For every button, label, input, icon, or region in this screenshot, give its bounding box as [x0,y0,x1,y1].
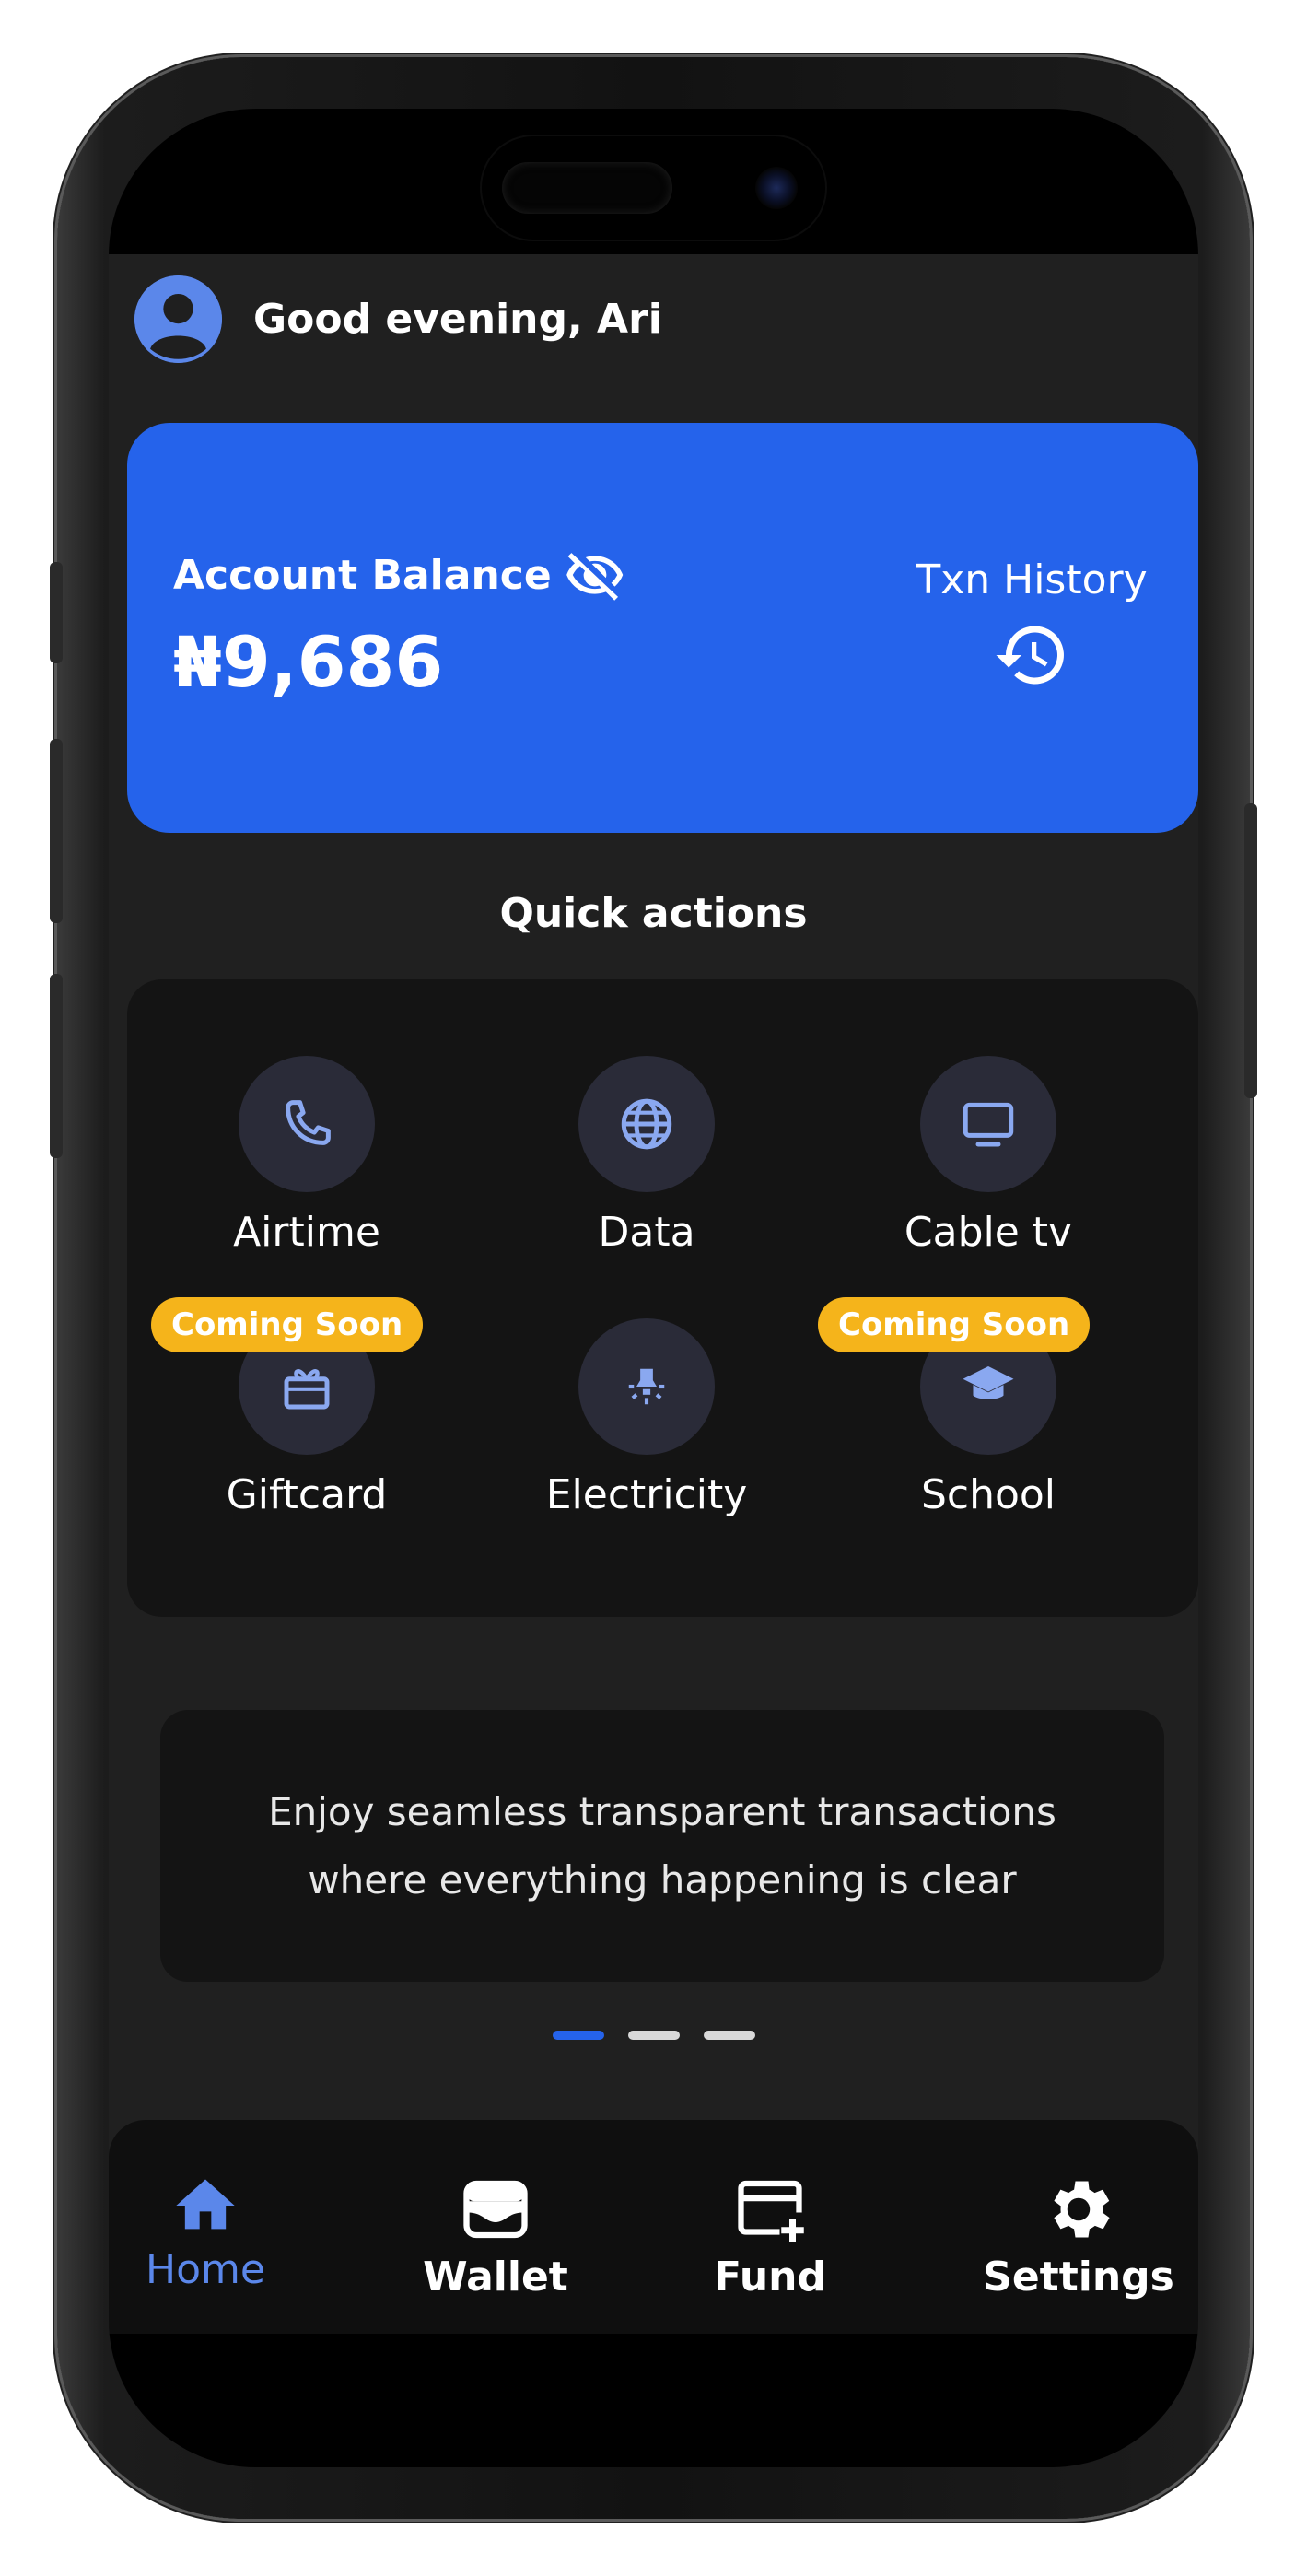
balance-amount: ₦9,686 [173,621,444,703]
promo-banner: Enjoy seamless transparent transactions … [160,1710,1164,1982]
tv-icon [963,1102,1014,1147]
nav-label: Settings [983,2254,1174,2301]
carousel-dot[interactable] [703,2031,755,2040]
nav-label: Home [146,2246,265,2293]
gift-icon [284,1369,330,1410]
data-icon-circle [578,1056,715,1192]
carousel-dot[interactable] [552,2031,604,2040]
quick-action-cable-tv[interactable]: Cable tv [846,1056,1131,1259]
carousel-indicator [109,2031,1198,2040]
header: Good evening, Ari [134,273,662,365]
promo-line: where everything happening is clear [308,1856,1017,1903]
app-home-screen: Good evening, Ari Account Balance ₦9,686… [109,254,1198,2334]
coming-soon-badge: Coming Soon [818,1297,1091,1352]
cable-tv-icon-circle [920,1056,1056,1192]
txn-history-button[interactable]: Txn History [907,556,1156,694]
avatar[interactable] [134,275,222,363]
quick-action-data[interactable]: Data [504,1056,789,1259]
balance-label-row: Account Balance [173,544,625,605]
quick-action-label: Electricity [545,1471,748,1518]
home-icon [176,2179,235,2230]
user-icon [134,275,222,363]
nav-item-fund[interactable]: Fund [650,2171,890,2301]
nav-item-settings[interactable]: Settings [959,2171,1198,2301]
action-button [50,562,63,663]
phone-icon [286,1100,331,1145]
gear-icon [1054,2181,1110,2238]
card-plus-icon [738,2180,804,2242]
quick-action-label: Data [598,1209,695,1256]
electricity-icon-circle [578,1318,715,1455]
balance-label: Account Balance [173,551,552,599]
eye-off-icon[interactable] [565,544,625,605]
txn-history-label: Txn History [916,556,1148,603]
island-sensor [502,162,672,214]
balance-card: Account Balance ₦9,686 Txn History [127,423,1198,833]
graduation-cap-icon [963,1366,1014,1399]
globe-icon [621,1098,672,1150]
promo-text: Enjoy seamless transparent transactions … [268,1778,1056,1914]
nav-label: Fund [713,2254,826,2301]
quick-action-label: School [920,1471,1056,1518]
volume-down-button [50,974,63,1158]
carousel-dot[interactable] [627,2031,680,2040]
volume-up-button [50,739,63,923]
front-camera [755,167,798,209]
airtime-icon-circle [239,1056,375,1192]
quick-action-electricity[interactable]: Electricity [504,1318,789,1521]
promo-line: Enjoy seamless transparent transactions [268,1788,1056,1834]
greeting-text: Good evening, Ari [253,295,662,343]
bulb-icon [628,1368,665,1405]
quick-actions-panel: Airtime Data Cable tv Coming Soon Giftca… [127,979,1198,1617]
nav-label: Wallet [423,2254,568,2301]
quick-action-label: Cable tv [904,1209,1073,1256]
dynamic-island [482,136,825,240]
phone-screen: Good evening, Ari Account Balance ₦9,686… [109,109,1198,2467]
power-button [1244,803,1257,1098]
quick-action-label: Giftcard [226,1471,388,1518]
wallet-icon [463,2180,528,2239]
bottom-nav: Home Wallet Fund Settings [109,2120,1198,2334]
nav-item-home[interactable]: Home [109,2171,325,2293]
nav-item-wallet[interactable]: Wallet [376,2171,615,2301]
quick-action-label: Airtime [233,1209,380,1256]
quick-action-airtime[interactable]: Airtime [164,1056,449,1259]
history-icon [996,626,1064,685]
quick-actions-title: Quick actions [499,890,808,937]
coming-soon-badge: Coming Soon [151,1297,424,1352]
